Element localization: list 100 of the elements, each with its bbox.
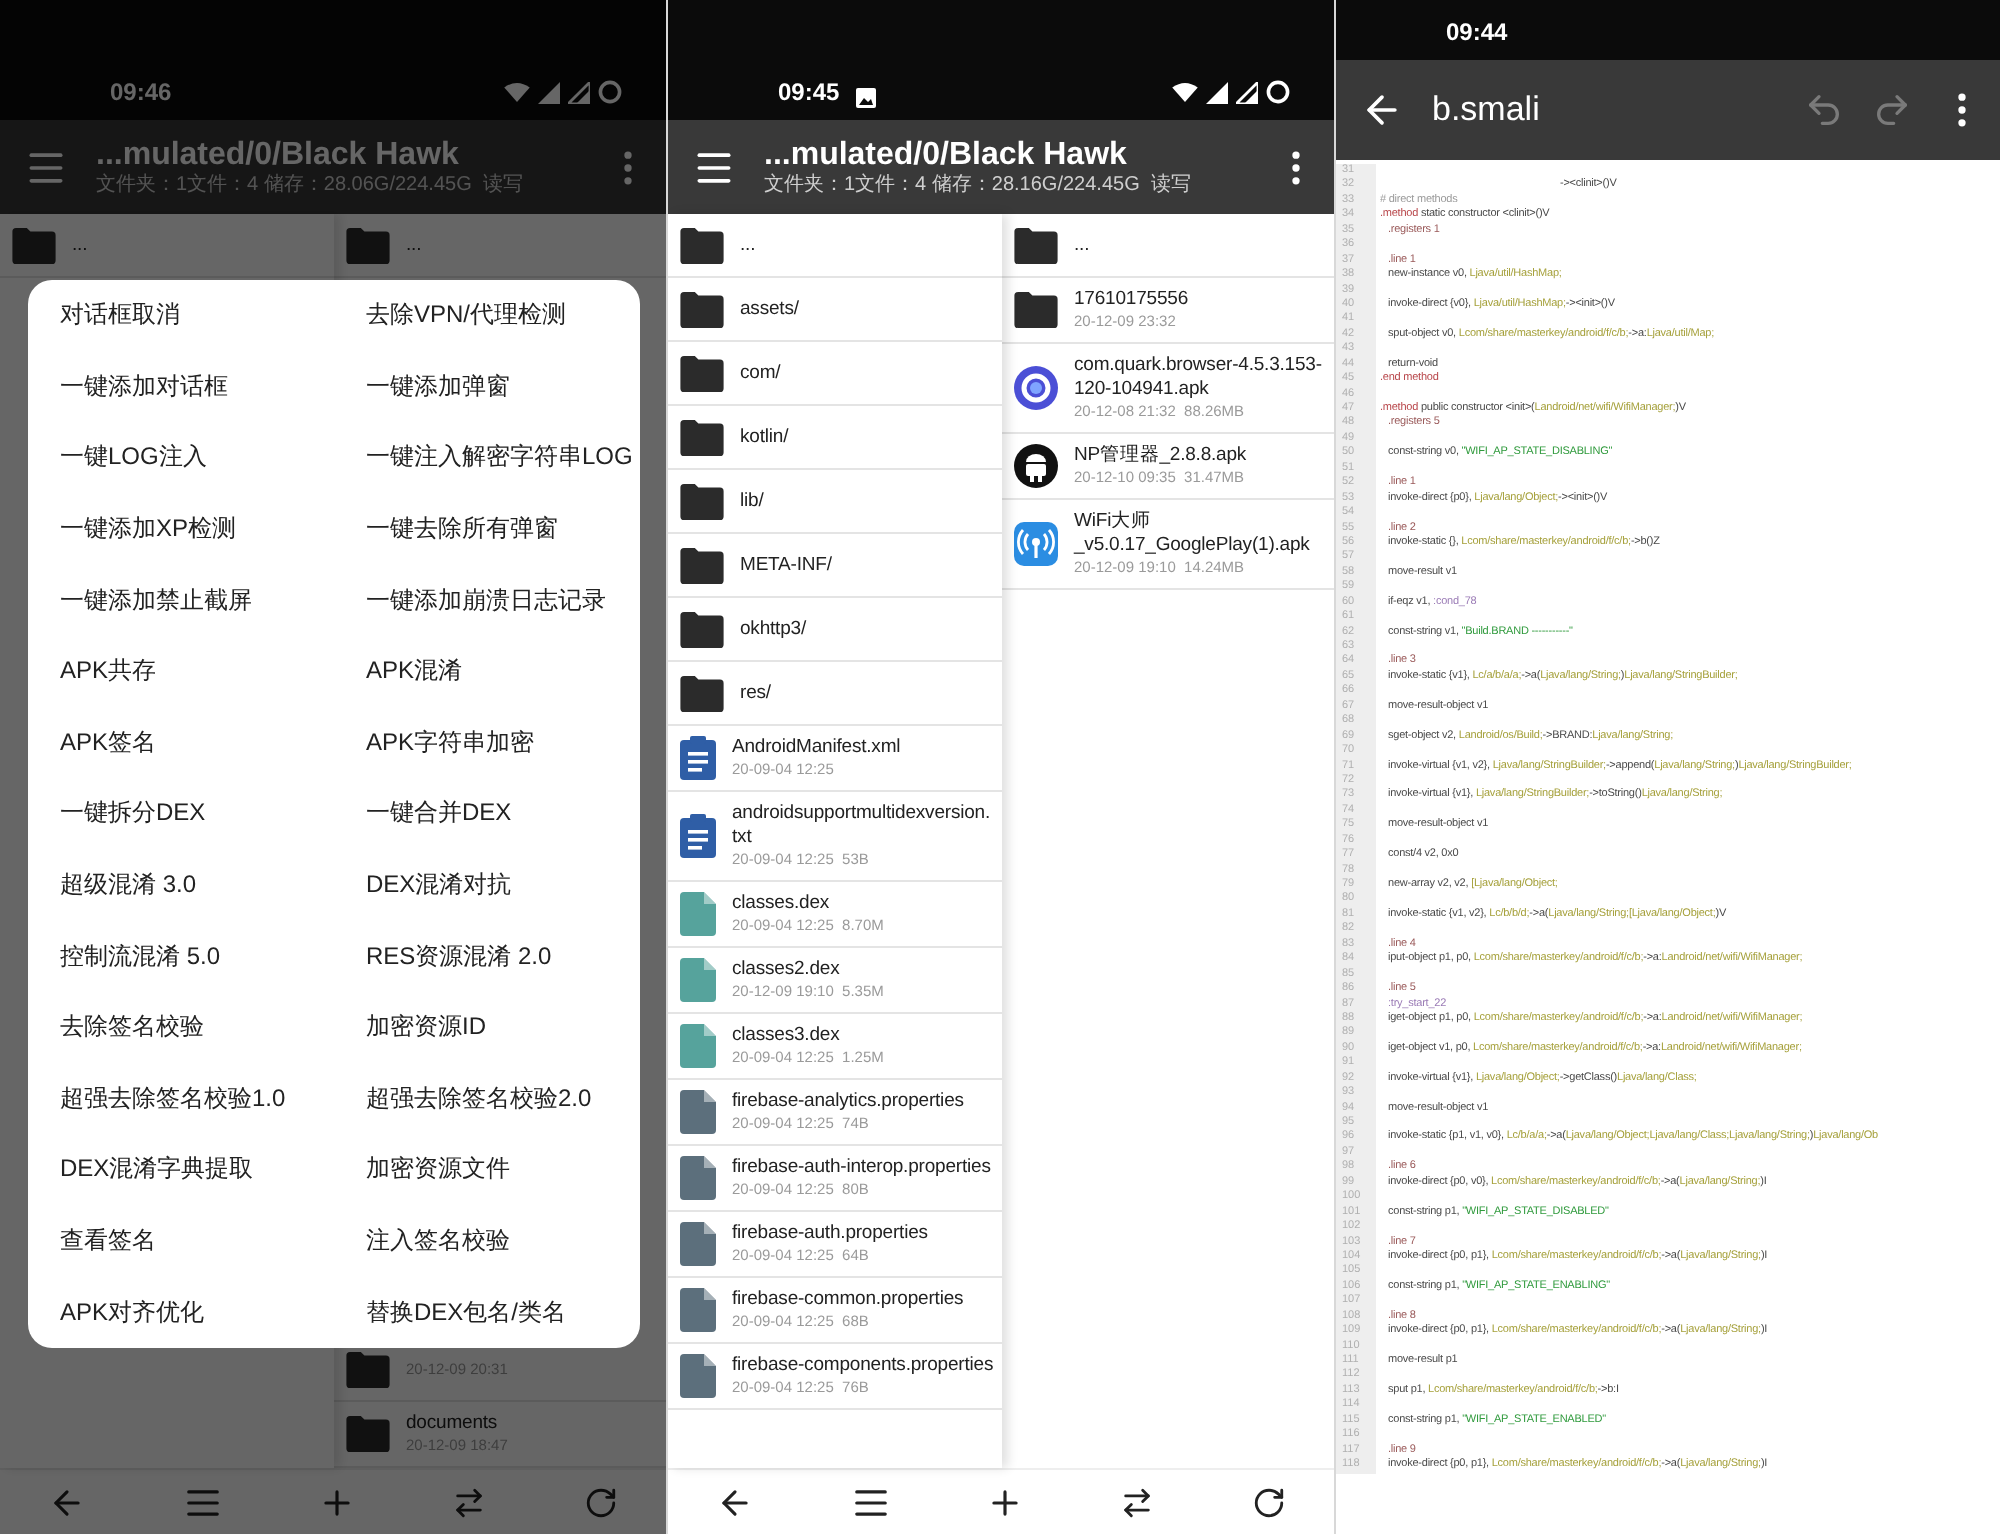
- menu-option[interactable]: 控制流混淆 5.0: [28, 920, 334, 992]
- file-row[interactable]: kotlin/: [668, 406, 1002, 470]
- file-name: classes3.dex: [732, 1024, 842, 1048]
- file-name: 17610175556: [1074, 288, 1191, 312]
- folder-icon: [680, 611, 724, 647]
- wifi-app-icon: [1014, 522, 1058, 566]
- file-name: lib/: [740, 489, 766, 513]
- menu-option[interactable]: 注入签名校验: [334, 1205, 640, 1277]
- document-icon: [680, 736, 716, 780]
- file-name: firebase-auth.properties: [732, 1222, 930, 1246]
- file-name: ...: [72, 233, 90, 257]
- menu-option[interactable]: 超级混淆 3.0: [28, 849, 334, 921]
- file-row[interactable]: ...: [668, 214, 1002, 278]
- swap-icon[interactable]: [1120, 1485, 1155, 1519]
- file-name: documents: [406, 1412, 500, 1436]
- file-name: assets/: [740, 297, 801, 321]
- menu-option[interactable]: APK签名: [28, 707, 334, 779]
- file-row[interactable]: okhttp3/: [668, 598, 1002, 662]
- file-name: ...: [740, 233, 758, 257]
- menu-option[interactable]: APK共存: [28, 635, 334, 708]
- menu-option[interactable]: 去除签名校验: [28, 991, 334, 1064]
- menu-option[interactable]: 对话框取消: [28, 280, 334, 352]
- file-icon: [680, 1288, 716, 1332]
- file-name: kotlin/: [740, 425, 791, 449]
- folder-icon: [680, 483, 724, 519]
- signal-icon: [1236, 81, 1258, 103]
- menu-option[interactable]: APK混淆: [334, 635, 640, 708]
- signal-icon: [1206, 81, 1228, 103]
- folder-icon: [680, 291, 724, 327]
- file-name: com.quark.browser-4.5.3.153-120-104941.apk: [1074, 354, 1324, 402]
- file-row[interactable]: META-INF/: [668, 534, 1002, 598]
- refresh-icon[interactable]: [1251, 1485, 1286, 1519]
- menu-option[interactable]: 一键添加弹窗: [334, 351, 640, 423]
- menu-option[interactable]: 一键添加崩溃日志记录: [334, 564, 640, 636]
- menu-option[interactable]: 一键去除所有弹窗: [334, 493, 640, 565]
- status-time: 09:45: [778, 76, 840, 108]
- file-name: WiFi大师_v5.0.17_GooglePlay(1).apk: [1074, 510, 1312, 558]
- menu-option[interactable]: 一键添加XP检测: [28, 493, 334, 565]
- status-time: 09:44: [1446, 16, 1508, 48]
- file-name: firebase-components.properties: [732, 1354, 994, 1378]
- signal-icon: [568, 81, 590, 103]
- file-row[interactable]: res/: [668, 662, 1002, 726]
- file-name: firebase-auth-interop.properties: [732, 1156, 993, 1180]
- menu-option[interactable]: DEX混淆对抗: [334, 849, 640, 921]
- folder-icon: [12, 227, 56, 263]
- file-icon: [680, 892, 716, 936]
- file-name: META-INF/: [740, 553, 834, 577]
- menu-option[interactable]: 加密资源ID: [334, 991, 640, 1064]
- menu-option[interactable]: 一键拆分DEX: [28, 778, 334, 850]
- document-icon: [680, 814, 716, 858]
- undo-icon[interactable]: [1804, 90, 1844, 130]
- file-name: com/: [740, 361, 783, 385]
- menu-option[interactable]: 一键添加对话框: [28, 351, 334, 423]
- menu-option[interactable]: 一键添加禁止截屏: [28, 564, 334, 636]
- folder-icon: [346, 227, 390, 263]
- menu-option[interactable]: 超强去除签名校验2.0: [334, 1063, 640, 1135]
- file-icon: [680, 1024, 716, 1068]
- redo-icon[interactable]: [1872, 90, 1912, 130]
- file-icon: [680, 1222, 716, 1266]
- file-name: androidsupportmultidexversion.txt: [732, 802, 993, 850]
- file-name: firebase-analytics.properties: [732, 1090, 966, 1114]
- menu-option[interactable]: 一键注入解密字符串LOG: [334, 422, 640, 494]
- folder-icon: [346, 1351, 390, 1387]
- robot-app-icon: [1014, 444, 1058, 488]
- menu-option[interactable]: 去除VPN/代理检测: [334, 280, 640, 352]
- file-name: classes.dex: [732, 892, 832, 916]
- file-row[interactable]: assets/: [668, 278, 1002, 342]
- menu-option[interactable]: 一键合并DEX: [334, 778, 640, 850]
- menu-option[interactable]: RES资源混淆 2.0: [334, 920, 640, 992]
- menu-option[interactable]: DEX混淆字典提取: [28, 1134, 334, 1206]
- folder-icon: [680, 227, 724, 263]
- ring-icon: [1266, 80, 1290, 104]
- path-title: ...mulated/0/Black Hawk: [96, 136, 461, 173]
- file-row[interactable]: com/: [668, 342, 1002, 406]
- file-title: b.smali: [1432, 90, 1542, 130]
- file-row[interactable]: lib/: [668, 470, 1002, 534]
- folder-icon: [346, 1416, 390, 1452]
- file-icon: [680, 958, 716, 1002]
- menu-option[interactable]: 加密资源文件: [334, 1134, 640, 1206]
- file-icon: [680, 1156, 716, 1200]
- folder-icon: [1014, 292, 1058, 328]
- file-name: okhttp3/: [740, 617, 809, 641]
- file-name: classes2.dex: [732, 958, 842, 982]
- file-name: NP管理器_2.8.8.apk: [1074, 444, 1249, 468]
- wifi-icon: [504, 82, 530, 102]
- menu-option[interactable]: 一键LOG注入: [28, 422, 334, 494]
- folder-icon: [680, 675, 724, 711]
- file-name: ...: [406, 233, 424, 257]
- folder-icon: [1014, 227, 1058, 263]
- wifi-icon: [1172, 82, 1198, 102]
- file-name: AndroidManifest.xml: [732, 736, 903, 760]
- folder-icon: [680, 419, 724, 455]
- file-icon: [680, 1354, 716, 1398]
- menu-option[interactable]: 超强去除签名校验1.0: [28, 1063, 334, 1135]
- menu-option[interactable]: 查看签名: [28, 1205, 334, 1277]
- path-title: ...mulated/0/Black Hawk: [764, 136, 1129, 173]
- menu-option[interactable]: APK对齐优化: [28, 1276, 334, 1348]
- file-name: firebase-common.properties: [732, 1288, 966, 1312]
- menu-option[interactable]: APK字符串加密: [334, 707, 640, 779]
- signal-icon: [538, 81, 560, 103]
